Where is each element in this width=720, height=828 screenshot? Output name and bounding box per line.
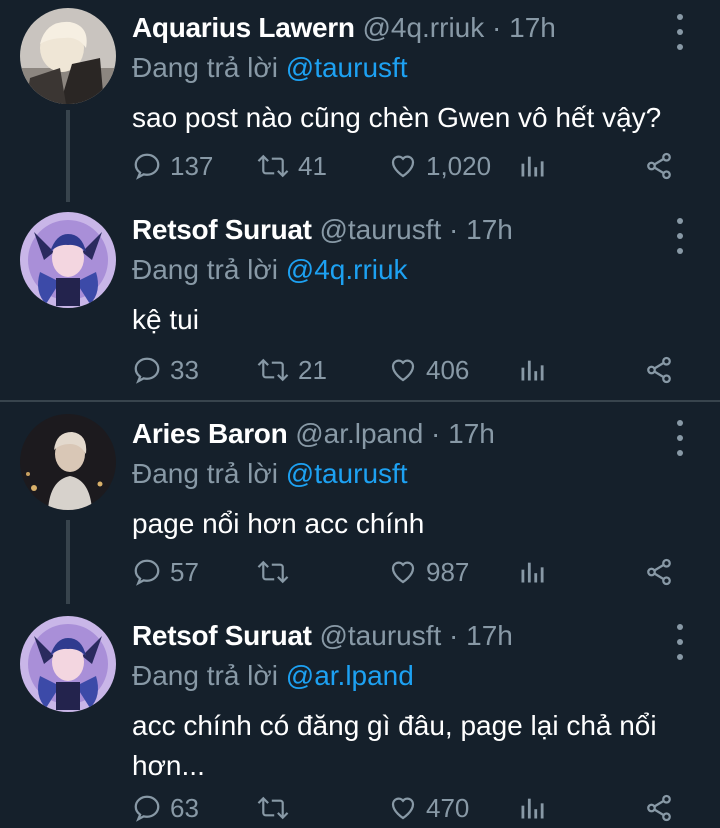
share-button[interactable] (644, 350, 674, 390)
heart-icon (391, 359, 415, 382)
analytics-button[interactable] (518, 146, 546, 186)
tweet-1[interactable]: Aquarius Lawern @4q.rriuk · 17h Đang trả… (0, 0, 720, 202)
like-count: 470 (426, 792, 470, 823)
reply-icon (134, 795, 160, 822)
more-vertical-icon[interactable] (668, 14, 692, 50)
replying-to: Đang trả lời @taurusft (132, 454, 670, 494)
like-button[interactable]: 406 (388, 350, 469, 390)
handle-time: @taurusft · 17h (319, 620, 513, 651)
heart-icon (391, 155, 415, 178)
like-button[interactable]: 470 (388, 788, 469, 828)
author-name[interactable]: Aquarius Lawern (132, 12, 355, 43)
tweet-text: sao post nào cũng chèn Gwen vô hết vậy? (132, 102, 662, 133)
share-icon (647, 794, 671, 822)
tweet-2[interactable]: Retsof Suruat @taurusft · 17h Đang trả l… (0, 202, 720, 398)
retweet-icon (257, 560, 289, 584)
reply-button[interactable]: 63 (132, 788, 199, 828)
reply-mention[interactable]: @taurusft (286, 52, 408, 83)
retweet-icon (257, 154, 289, 178)
reply-mention[interactable]: @4q.rriuk (286, 254, 408, 285)
analytics-icon (521, 360, 544, 381)
reply-mention[interactable]: @ar.lpand (286, 660, 414, 691)
like-count: 1,020 (426, 150, 492, 181)
reply-count: 137 (170, 150, 214, 181)
like-button[interactable]: 1,020 (388, 146, 491, 186)
reply-icon (134, 357, 160, 384)
handle-time: @taurusft · 17h (319, 214, 513, 245)
replying-to: Đang trả lời @ar.lpand (132, 656, 670, 696)
avatar[interactable] (20, 8, 116, 104)
analytics-icon (521, 562, 544, 583)
reply-button[interactable]: 57 (132, 552, 199, 592)
heart-icon (391, 797, 415, 820)
retweet-button[interactable]: 21 (256, 350, 327, 390)
reply-icon (134, 559, 160, 586)
thread-divider (0, 400, 720, 402)
tweet-text: kệ tui (132, 304, 199, 335)
like-count: 987 (426, 556, 470, 587)
reply-icon (134, 153, 160, 180)
more-vertical-icon[interactable] (668, 624, 692, 660)
share-button[interactable] (644, 552, 674, 592)
like-count: 406 (426, 354, 470, 385)
retweet-count: 41 (298, 150, 327, 181)
share-button[interactable] (644, 146, 674, 186)
retweet-count: 21 (298, 354, 327, 385)
analytics-icon (521, 156, 544, 177)
thread-line (66, 520, 70, 604)
reply-button[interactable]: 137 (132, 146, 213, 186)
reply-count: 57 (170, 556, 199, 587)
avatar[interactable] (20, 616, 116, 712)
reply-mention[interactable]: @taurusft (286, 458, 408, 489)
tweet-3[interactable]: Aries Baron @ar.lpand · 17h Đang trả lời… (0, 404, 720, 604)
author-name[interactable]: Retsof Suruat (132, 214, 312, 245)
analytics-icon (521, 798, 544, 819)
reply-prefix: Đang trả lời (132, 254, 278, 285)
reply-prefix: Đang trả lời (132, 660, 278, 691)
analytics-button[interactable] (518, 788, 546, 828)
retweet-icon (257, 796, 289, 820)
replying-to: Đang trả lời @taurusft (132, 48, 670, 88)
more-vertical-icon[interactable] (668, 218, 692, 254)
analytics-button[interactable] (518, 350, 546, 390)
share-button[interactable] (644, 788, 674, 828)
reply-count: 63 (170, 792, 199, 823)
tweet-text: acc chính có đăng gì đâu, page lại chả n… (132, 710, 657, 781)
share-icon (647, 558, 671, 586)
reply-prefix: Đang trả lời (132, 458, 278, 489)
avatar[interactable] (20, 414, 116, 510)
retweet-button[interactable] (256, 788, 298, 828)
reply-count: 33 (170, 354, 199, 385)
retweet-button[interactable] (256, 552, 298, 592)
replying-to: Đang trả lời @4q.rriuk (132, 250, 670, 290)
reply-button[interactable]: 33 (132, 350, 199, 390)
retweet-button[interactable]: 41 (256, 146, 327, 186)
share-icon (647, 356, 671, 384)
tweet-4[interactable]: Retsof Suruat @taurusft · 17h Đang trả l… (0, 604, 720, 828)
handle-time: @4q.rriuk · 17h (362, 12, 556, 43)
analytics-button[interactable] (518, 552, 546, 592)
handle-time: @ar.lpand · 17h (295, 418, 495, 449)
tweet-text: page nổi hơn acc chính (132, 508, 425, 539)
author-name[interactable]: Aries Baron (132, 418, 288, 449)
like-button[interactable]: 987 (388, 552, 469, 592)
reply-prefix: Đang trả lời (132, 52, 278, 83)
more-vertical-icon[interactable] (668, 420, 692, 456)
share-icon (647, 152, 671, 180)
heart-icon (391, 561, 415, 584)
thread-line (66, 110, 70, 202)
retweet-icon (257, 358, 289, 382)
avatar[interactable] (20, 212, 116, 308)
author-name[interactable]: Retsof Suruat (132, 620, 312, 651)
